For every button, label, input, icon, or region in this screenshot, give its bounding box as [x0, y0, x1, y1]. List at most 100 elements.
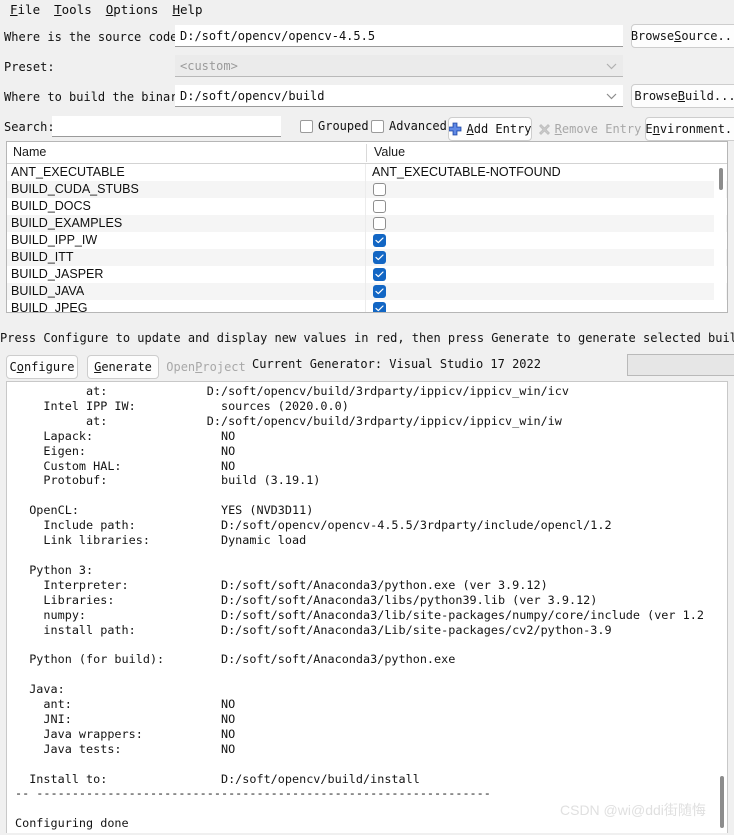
remove-x-icon [538, 123, 551, 136]
cache-entry-name: ANT_EXECUTABLE [11, 165, 125, 179]
cell-divider [365, 198, 366, 215]
cache-entry-name: BUILD_CUDA_STUBS [11, 182, 139, 196]
cell-divider [365, 266, 366, 283]
browse-source-button[interactable]: Browse Source... [631, 24, 734, 48]
cache-entry-checkbox-unchecked[interactable] [373, 200, 386, 213]
menu-tools-label: ools [61, 2, 92, 17]
menu-file-label: ile [17, 2, 41, 17]
advanced-label: Advanced [389, 119, 447, 133]
menu-item-options[interactable]: Options [100, 2, 167, 18]
menu-item-tools[interactable]: Tools [48, 2, 100, 18]
cache-entry-checkbox-checked[interactable] [373, 285, 386, 298]
configure-hint: Press Configure to update and display ne… [0, 331, 734, 345]
search-label-post: earch: [11, 120, 55, 134]
column-divider[interactable] [366, 144, 367, 162]
menu-options-label: ptions [113, 2, 159, 17]
build-path-value: D:/soft/opencv/build [180, 88, 325, 103]
cache-entry-name: BUILD_JASPER [11, 267, 104, 281]
cache-entry-value[interactable]: ANT_EXECUTABLE-NOTFOUND [372, 164, 561, 181]
cell-divider [365, 249, 366, 266]
grouped-label: Grouped [318, 119, 369, 133]
menu-item-help[interactable]: Help [166, 2, 210, 18]
preset-combo[interactable]: <custom> [175, 55, 623, 77]
configure-button[interactable]: Co nfigure [6, 355, 78, 379]
cache-entries-table[interactable]: Name Value ANT_EXECUTABLE ANT_EXECUTABLE-… [6, 141, 728, 313]
environment-mnemonic: n [652, 122, 660, 136]
checkbox-icon [300, 119, 313, 133]
cell-divider [365, 283, 366, 300]
cache-entry-name: BUILD_EXAMPLES [11, 216, 123, 230]
menu-bar: File Tools Options Help [0, 0, 734, 18]
environment-post: vironment... [659, 122, 734, 136]
add-entry-button[interactable]: Add Entry [448, 117, 532, 141]
checkbox-icon [371, 119, 384, 133]
table-row[interactable]: ANT_EXECUTABLE ANT_EXECUTABLE-NOTFOUND [7, 164, 727, 181]
cache-entry-checkbox-checked[interactable] [373, 251, 386, 264]
table-row[interactable]: BUILD_CUDA_STUBS [7, 181, 727, 198]
cache-entry-name: BUILD_JAVA [11, 284, 85, 298]
menu-help-mnemonic: H [172, 2, 180, 17]
table-scrollbar-thumb[interactable] [719, 168, 723, 190]
cache-entry-name: BUILD_DOCS [11, 199, 91, 213]
cache-entry-name: BUILD_ITT [11, 250, 74, 264]
open-project-button: Open Project [166, 355, 246, 379]
menu-help-label: elp [179, 2, 203, 17]
progress-bar [627, 354, 734, 376]
open-project-pre: Open [166, 360, 196, 374]
menu-file-mnemonic: F [10, 2, 18, 17]
cache-entry-checkbox-unchecked[interactable] [373, 183, 386, 196]
preset-label: Preset: [4, 60, 55, 74]
table-row[interactable]: BUILD_JPEG [7, 300, 727, 312]
table-header: Name Value [7, 142, 727, 164]
cache-entry-checkbox-checked[interactable] [373, 234, 386, 247]
cache-entry-checkbox-checked[interactable] [373, 302, 386, 312]
source-label: Where is the source code: [4, 30, 185, 44]
table-row[interactable]: BUILD_EXAMPLES [7, 215, 727, 232]
path-form: Where is the source code: D:/soft/opencv… [0, 18, 734, 141]
browse-source-post: ource... [681, 29, 734, 43]
current-generator-label: Current Generator: Visual Studio 17 2022 [252, 357, 541, 371]
browse-source-mnemonic: S [674, 29, 682, 43]
browse-build-mnemonic: B [677, 89, 685, 103]
cell-divider [365, 181, 366, 198]
cell-divider [365, 215, 366, 232]
table-body: ANT_EXECUTABLE ANT_EXECUTABLE-NOTFOUND BUI… [7, 164, 727, 312]
open-project-post: roject [202, 360, 246, 374]
browse-source-pre: Browse [631, 29, 675, 43]
generate-mnemonic: G [94, 360, 102, 374]
column-header-value[interactable]: Value [374, 145, 405, 159]
remove-entry-mnemonic: R [554, 122, 562, 136]
cache-entry-checkbox-checked[interactable] [373, 268, 386, 281]
cache-entry-name: BUILD_JPEG [11, 301, 88, 312]
column-header-name[interactable]: Name [13, 145, 46, 159]
environment-pre: E [645, 122, 653, 136]
log-output-text: at: D:/soft/opencv/build/3rdparty/ippicv… [15, 384, 704, 831]
chevron-down-icon [606, 92, 617, 99]
menu-item-file[interactable]: File [4, 2, 48, 18]
search-label: Search: [0, 120, 55, 134]
open-project-mnemonic: P [195, 360, 203, 374]
table-row[interactable]: BUILD_ITT [7, 249, 727, 266]
table-row[interactable]: BUILD_JASPER [7, 266, 727, 283]
cell-divider [365, 164, 366, 181]
advanced-checkbox[interactable]: Advanced [371, 119, 447, 133]
build-path-combo[interactable]: D:/soft/opencv/build [175, 85, 623, 107]
search-input[interactable] [52, 116, 281, 137]
grouped-checkbox[interactable]: Grouped [300, 119, 369, 133]
cmake-gui-window: File Tools Options Help Where is the sou… [0, 0, 734, 835]
log-scrollbar-thumb[interactable] [720, 776, 724, 828]
configure-post: nfigure [23, 360, 75, 374]
environment-button[interactable]: Environment... [645, 117, 734, 141]
configure-pre: C [9, 360, 17, 374]
table-row[interactable]: BUILD_DOCS [7, 198, 727, 215]
add-entry-label: dd Entry [473, 122, 532, 136]
remove-entry-button: Remove Entry [538, 117, 641, 141]
browse-build-button[interactable]: Browse Build... [631, 84, 734, 108]
table-row[interactable]: BUILD_IPP_IW [7, 232, 727, 249]
table-row[interactable]: BUILD_JAVA [7, 283, 727, 300]
log-output-panel[interactable]: at: D:/soft/opencv/build/3rdparty/ippicv… [6, 381, 728, 833]
source-path-input[interactable]: D:/soft/opencv/opencv-4.5.5 [175, 25, 623, 47]
generate-button[interactable]: Generate [87, 355, 159, 379]
cache-entry-checkbox-unchecked[interactable] [373, 217, 386, 230]
chevron-down-icon [606, 62, 617, 69]
